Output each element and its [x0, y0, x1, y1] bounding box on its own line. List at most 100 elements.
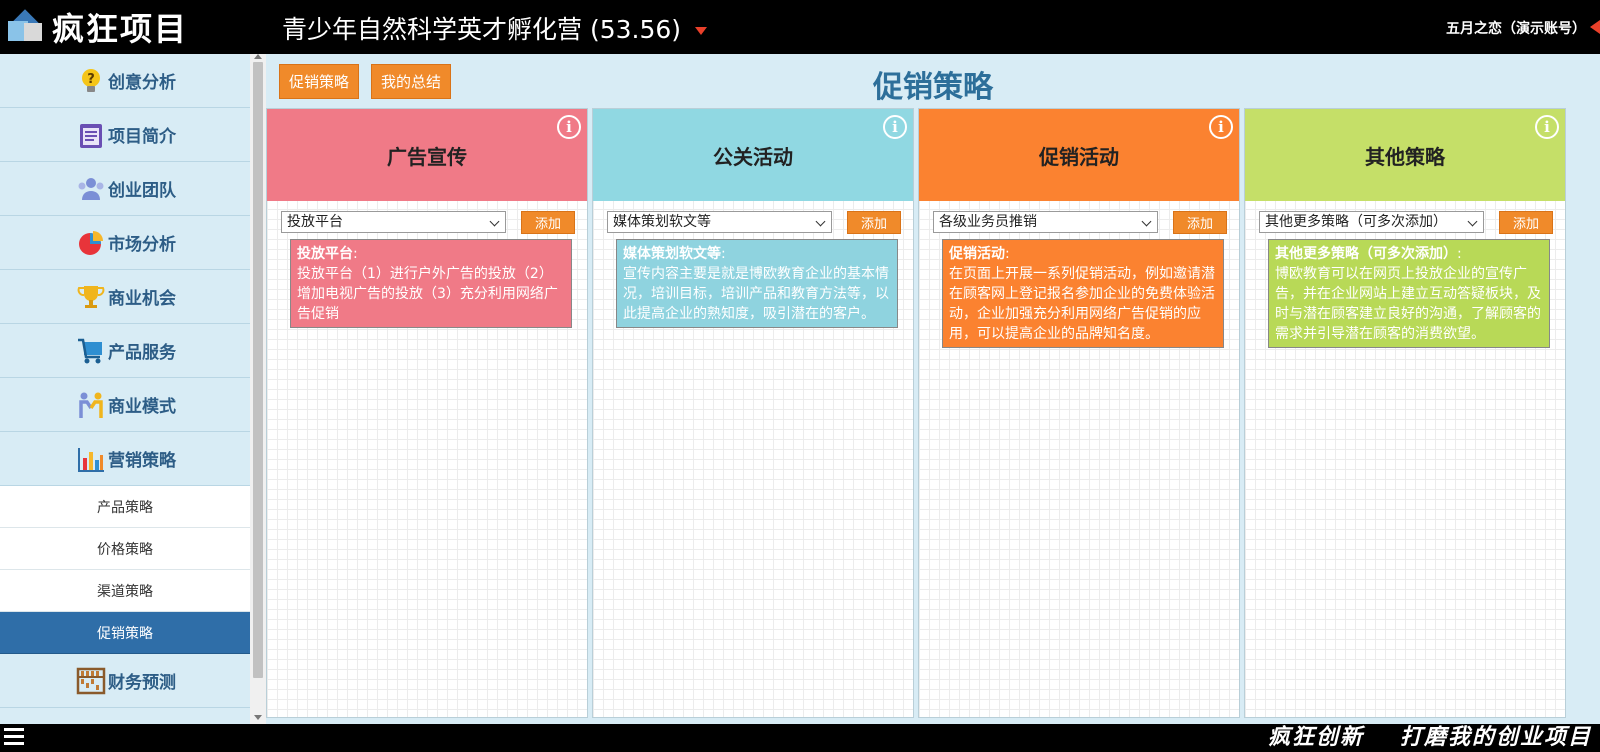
project-name: 青少年自然科学英才孵化营 — [282, 15, 583, 44]
sidebar-item-label: 产品服务 — [108, 343, 176, 363]
logo[interactable]: 疯狂项目 — [6, 6, 188, 48]
info-icon[interactable]: i — [1209, 115, 1233, 139]
chevron-down-icon — [1141, 216, 1152, 227]
strategy-card[interactable]: 媒体策划软文等: 宣传内容主要是就是博欧教育企业的基本情况，培训目标，培训产品和教… — [616, 239, 898, 328]
chevron-down-icon — [815, 216, 826, 227]
sidebar-item-label: 财务预测 — [108, 673, 176, 693]
sidebar-item-main-5[interactable]: 产品服务 — [0, 324, 250, 378]
lightbulb-icon: ? — [74, 64, 108, 98]
sidebar-item-after-0[interactable]: 财务预测 — [0, 654, 250, 708]
sidebar-menu: ? 创意分析项目简介创业团队市场分析商业机会产品服务商业模式营销策略产品策略 价格策… — [0, 54, 250, 724]
logo-cube-icon — [6, 7, 46, 47]
card-colon: : — [353, 246, 358, 262]
sidebar-scrollbar[interactable] — [250, 54, 266, 724]
strategy-select[interactable]: 各级业务员推销 — [933, 211, 1158, 233]
column-controls: 其他更多策略（可多次添加） 添加 — [1259, 211, 1553, 235]
abacus-icon — [74, 664, 108, 698]
strategy-select[interactable]: 媒体策划软文等 — [607, 211, 832, 233]
top-bar: 疯狂项目 青少年自然科学英才孵化营 (53.56) 五月之恋（演示账号） — [0, 0, 1600, 54]
slogan-left: 疯狂创新 — [1267, 725, 1364, 750]
project-title[interactable]: 青少年自然科学英才孵化营 (53.56) — [282, 10, 707, 46]
strategy-card[interactable]: 投放平台: 投放平台（1）进行户外广告的投放（2）增加电视广告的投放（3）充分利用… — [290, 239, 572, 328]
strategy-column-3: 其他策略 i 其他更多策略（可多次添加） 添加 其他更多策略（可多次添加）: 博欧教育可以… — [1244, 108, 1566, 718]
add-button[interactable]: 添加 — [1173, 211, 1227, 234]
scroll-up-icon[interactable] — [254, 54, 262, 59]
strategy-select[interactable]: 其他更多策略（可多次添加） — [1259, 211, 1484, 233]
sidebar-item-label: 创意分析 — [108, 73, 176, 93]
column-title: 公关活动 — [713, 144, 793, 169]
info-icon[interactable]: i — [883, 115, 907, 139]
strategy-column-2: 促销活动 i 各级业务员推销 添加 促销活动: 在页面上开展一系列促销活动，例如邀请潜在顾… — [918, 108, 1240, 718]
card-title: 其他更多策略（可多次添加） — [1275, 246, 1457, 262]
page-title: 促销策略 — [873, 70, 993, 105]
column-header: 广告宣传 i — [267, 109, 587, 201]
sidebar-subitem-1[interactable]: 价格策略 — [0, 528, 250, 570]
column-title: 其他策略 — [1365, 144, 1445, 169]
slogan: 疯狂创新 打磨我的创业项目 — [1268, 724, 1592, 752]
info-icon[interactable]: i — [557, 115, 581, 139]
slogan-right: 打磨我的创业项目 — [1399, 725, 1592, 750]
sidebar-item-main-3[interactable]: 市场分析 — [0, 216, 250, 270]
column-title: 广告宣传 — [387, 144, 467, 169]
add-button[interactable]: 添加 — [521, 211, 575, 234]
pie-chart-icon — [74, 226, 108, 260]
main-content: 促销策略 我的总结 促销策略 广告宣传 i 投放平台 添加 投放平台: 投放平台（1）进行… — [266, 54, 1600, 724]
column-controls: 各级业务员推销 添加 — [933, 211, 1227, 235]
scroll-thumb[interactable] — [253, 62, 263, 678]
strategy-card[interactable]: 促销活动: 在页面上开展一系列促销活动，例如邀请潜在顾客网上登记报名参加企业的免费… — [942, 239, 1224, 348]
info-icon[interactable]: i — [1535, 115, 1559, 139]
card-title: 投放平台 — [297, 246, 353, 262]
sidebar-item-cutoff[interactable] — [0, 708, 250, 724]
select-value: 各级业务员推销 — [939, 214, 1037, 230]
tab-promotion-strategy[interactable]: 促销策略 — [279, 64, 360, 99]
sidebar-item-label: 项目简介 — [108, 127, 176, 147]
sidebar-item-label: 市场分析 — [108, 235, 176, 255]
sidebar-item-main-0[interactable]: ? 创意分析 — [0, 54, 250, 108]
strategy-column-0: 广告宣传 i 投放平台 添加 投放平台: 投放平台（1）进行户外广告的投放（2）增加电视广… — [266, 108, 588, 718]
project-score: (53.56) — [589, 15, 682, 44]
card-text: 博欧教育可以在网页上投放企业的宣传广告，并在企业网站上建立互动答疑板块，及时与潜… — [1275, 266, 1541, 342]
bar-chart-icon — [74, 442, 108, 476]
project-dropdown-icon[interactable] — [695, 27, 707, 35]
column-title: 促销活动 — [1039, 144, 1119, 169]
column-header: 其他策略 i — [1245, 109, 1565, 201]
card-text: 在页面上开展一系列促销活动，例如邀请潜在顾客网上登记报名参加企业的免费体验活动，… — [949, 266, 1215, 342]
card-text: 宣传内容主要是就是博欧教育企业的基本情况，培训目标，培训产品和教育方法等，以此提… — [623, 266, 889, 322]
select-value: 其他更多策略（可多次添加） — [1265, 214, 1447, 230]
team-icon — [74, 172, 108, 206]
scroll-down-icon[interactable] — [254, 715, 262, 720]
tab-my-summary[interactable]: 我的总结 — [371, 64, 452, 99]
handshake-icon — [74, 388, 108, 422]
add-button[interactable]: 添加 — [847, 211, 901, 234]
card-text: 投放平台（1）进行户外广告的投放（2）增加电视广告的投放（3）充分利用网络广告促… — [297, 266, 558, 322]
strategy-select[interactable]: 投放平台 — [281, 211, 506, 233]
sidebar-subitem-0[interactable]: 产品策略 — [0, 486, 250, 528]
card-colon: : — [1457, 246, 1462, 262]
sidebar-item-label: 营销策略 — [108, 451, 176, 471]
sidebar-item-label: 商业模式 — [108, 397, 176, 417]
trophy-icon — [74, 280, 108, 314]
card-colon: : — [1005, 246, 1010, 262]
logo-text: 疯狂项目 — [52, 10, 189, 48]
sidebar-subitem-3[interactable]: 促销策略 — [0, 612, 250, 654]
user-menu-arrow-icon[interactable] — [1590, 20, 1600, 34]
column-controls: 投放平台 添加 — [281, 211, 575, 235]
add-button[interactable]: 添加 — [1499, 211, 1553, 234]
strategy-column-1: 公关活动 i 媒体策划软文等 添加媒体策划软文等: 宣传内容主要是就是博欧教育企业的基本… — [592, 108, 914, 718]
chevron-down-icon — [489, 216, 500, 227]
svg-text:?: ? — [87, 72, 95, 87]
card-colon: : — [721, 246, 726, 262]
sidebar-item-main-6[interactable]: 商业模式 — [0, 378, 250, 432]
sidebar-item-main-1[interactable]: 项目简介 — [0, 108, 250, 162]
strategy-card[interactable]: 其他更多策略（可多次添加）: 博欧教育可以在网页上投放企业的宣传广告，并在企业网站… — [1268, 239, 1550, 348]
sidebar-item-label: 创业团队 — [108, 181, 176, 201]
sidebar-item-main-4[interactable]: 商业机会 — [0, 270, 250, 324]
chevron-down-icon — [1467, 216, 1478, 227]
sidebar-subitem-2[interactable]: 渠道策略 — [0, 570, 250, 612]
sidebar-item-main-7[interactable]: 营销策略 — [0, 432, 250, 486]
user-account[interactable]: 五月之恋（演示账号） — [1446, 18, 1586, 38]
menu-icon[interactable] — [4, 728, 24, 748]
column-header: 促销活动 i — [919, 109, 1239, 201]
sidebar-item-main-2[interactable]: 创业团队 — [0, 162, 250, 216]
card-title: 促销活动 — [949, 246, 1005, 262]
